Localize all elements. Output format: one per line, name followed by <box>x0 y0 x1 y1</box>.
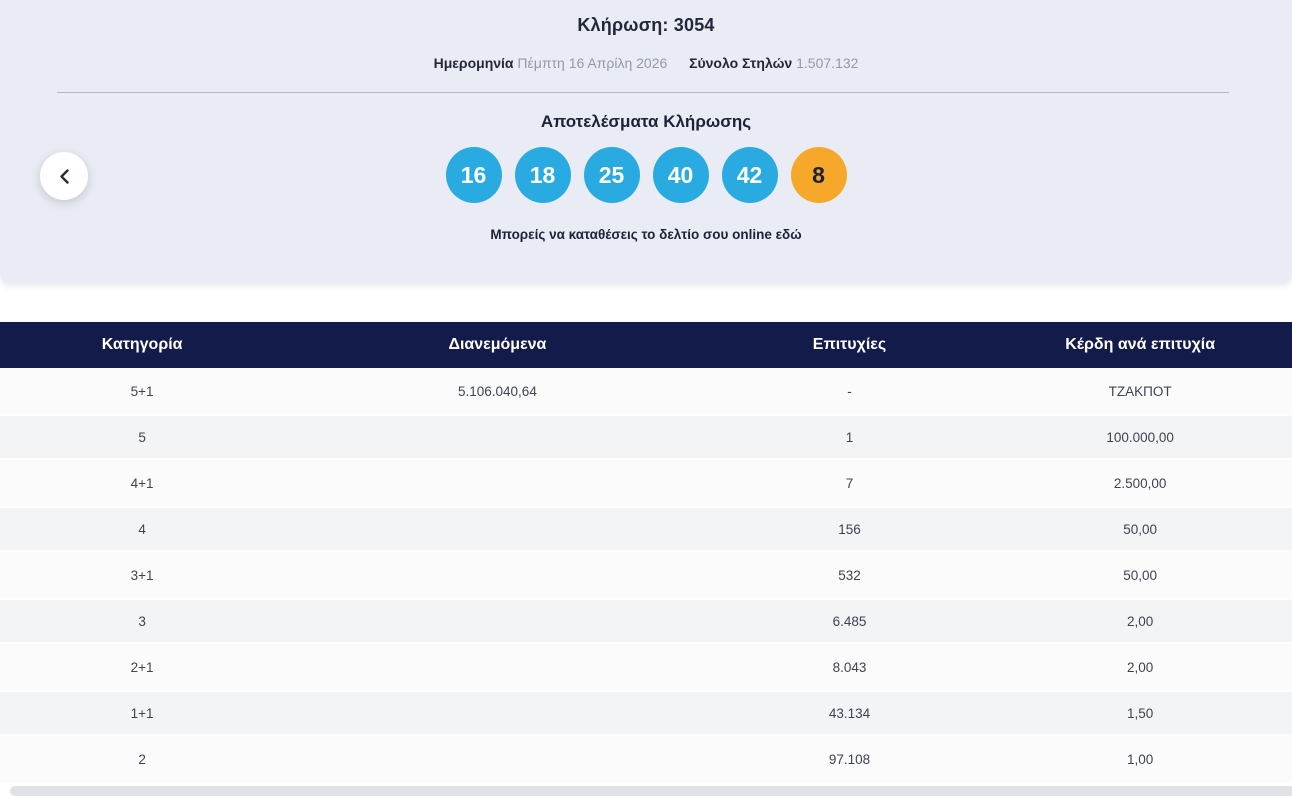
table-row: 3+1 532 50,00 <box>0 552 1292 598</box>
table-row: 4+1 7 2.500,00 <box>0 460 1292 506</box>
table-row: 5+1 5.106.040,64 - ΤΖΑΚΠΟΤ <box>0 368 1292 414</box>
cell-category: 4+1 <box>130 475 154 491</box>
draw-title-label: Κλήρωση: <box>577 15 669 35</box>
joker-number-ball: 8 <box>790 147 847 203</box>
cell-category: 4 <box>138 521 146 537</box>
horizontal-scrollbar[interactable] <box>10 786 1292 796</box>
winning-number-ball: 25 <box>583 147 640 203</box>
prize-table: Κατηγορία Διανεμόμενα Επιτυχίες Κέρδη ανά ε… <box>0 322 1292 782</box>
cell-payout: 2,00 <box>1127 659 1154 675</box>
draw-title: Κλήρωση: 3054 <box>0 0 1292 36</box>
draw-number: 3054 <box>673 15 715 35</box>
cell-payout: 1,00 <box>1127 751 1154 767</box>
table-row: 4 156 50,00 <box>0 506 1292 552</box>
cell-winners: 532 <box>838 567 861 583</box>
cell-category: 2 <box>138 751 146 767</box>
table-row: 2 97.108 1,00 <box>0 736 1292 782</box>
cell-payout: 50,00 <box>1123 521 1158 537</box>
column-header: Επιτυχίες <box>812 336 887 353</box>
cell-category: 3+1 <box>130 567 154 583</box>
winning-number-ball: 40 <box>652 147 709 203</box>
previous-draw-button[interactable] <box>40 152 88 200</box>
cell-winners: 6.485 <box>832 613 867 629</box>
table-row: 3 6.485 2,00 <box>0 598 1292 644</box>
cell-payout: 2.500,00 <box>1113 475 1167 491</box>
total-columns-value: 1.507.132 <box>796 55 859 71</box>
divider <box>57 92 1229 93</box>
draw-meta: Ημερομηνία Πέμπτη 16 Απρίλη 2026 Σύνολο … <box>0 55 1292 71</box>
cell-winners: - <box>847 383 852 399</box>
cell-distributed: 5.106.040,64 <box>458 383 537 399</box>
draw-summary-card: Κλήρωση: 3054 Ημερομηνία Πέμπτη 16 Απρίλ… <box>0 0 1292 283</box>
table-row: 2+1 8.043 2,00 <box>0 644 1292 690</box>
cell-category: 5+1 <box>130 383 154 399</box>
winning-number-ball: 18 <box>514 147 571 203</box>
total-columns-label: Σύνολο Στηλών <box>689 55 793 71</box>
cell-category: 5 <box>138 429 146 445</box>
date-label: Ημερομηνία <box>433 55 514 71</box>
chevron-left-icon <box>59 168 70 184</box>
results-heading: Αποτελέσματα Κλήρωσης <box>540 112 752 131</box>
cell-payout: 1,50 <box>1127 705 1154 721</box>
winning-numbers: 16 18 25 40 42 8 <box>0 147 1292 203</box>
cell-category: 3 <box>138 613 146 629</box>
column-header: Κέρδη ανά επιτυχία <box>1065 336 1216 353</box>
cell-winners: 97.108 <box>828 751 871 767</box>
prize-table-body: 5+1 5.106.040,64 - ΤΖΑΚΠΟΤ 5 1 100.000,00 4+1 7 2… <box>0 368 1292 782</box>
date-value: Πέμπτη 16 Απρίλη 2026 <box>517 55 668 71</box>
cell-winners: 7 <box>845 475 854 491</box>
column-header: Κατηγορία <box>101 336 183 353</box>
cell-payout: 50,00 <box>1123 567 1158 583</box>
cell-category: 1+1 <box>130 705 154 721</box>
cell-winners: 1 <box>845 429 854 445</box>
online-ticket-link[interactable]: Μπορείς να καταθέσεις το δελτίο σου onli… <box>0 227 1292 242</box>
cell-payout: 2,00 <box>1127 613 1154 629</box>
column-header: Διανεμόμενα <box>448 336 547 353</box>
winning-number-ball: 16 <box>445 147 502 203</box>
cell-winners: 156 <box>838 521 861 537</box>
winning-number-ball: 42 <box>721 147 778 203</box>
cell-payout: ΤΖΑΚΠΟΤ <box>1108 383 1172 399</box>
cell-winners: 43.134 <box>828 705 871 721</box>
cell-winners: 8.043 <box>832 659 867 675</box>
prize-table-header: Κατηγορία Διανεμόμενα Επιτυχίες Κέρδη ανά ε… <box>0 322 1292 368</box>
cell-category: 2+1 <box>130 659 154 675</box>
cell-payout: 100.000,00 <box>1106 429 1174 445</box>
table-row: 1+1 43.134 1,50 <box>0 690 1292 736</box>
table-row: 5 1 100.000,00 <box>0 414 1292 460</box>
